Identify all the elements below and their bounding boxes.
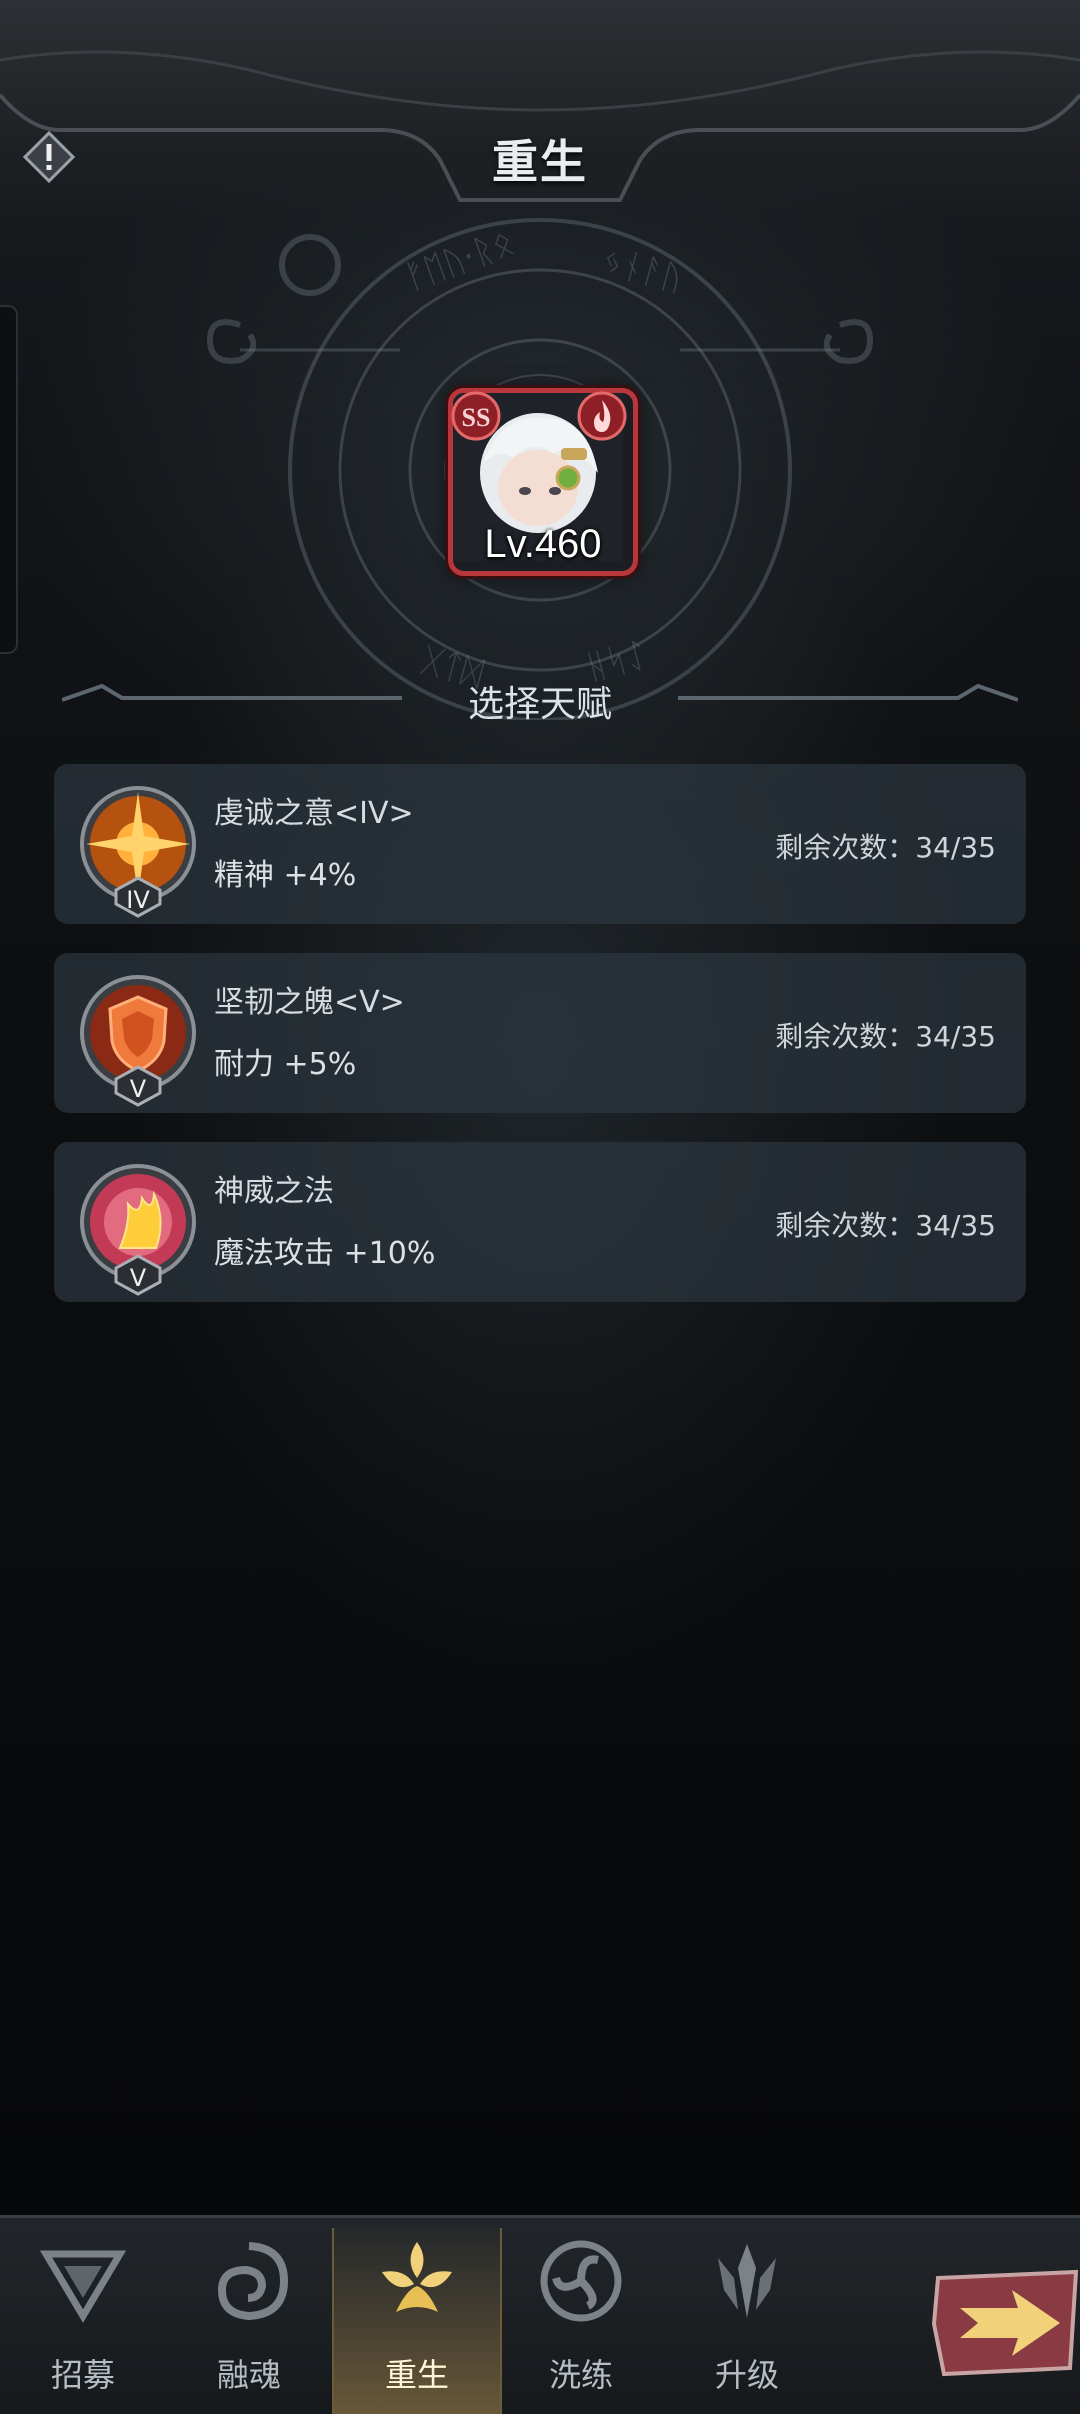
triskelion-icon	[538, 2238, 624, 2324]
talent-effect: 魔法攻击 +10%	[214, 1236, 436, 1271]
talent-name: 神威之法	[214, 1174, 334, 1209]
talent-row[interactable]: V 坚韧之魄<V> 耐力 +5% 剩余次数：34/35	[54, 953, 1026, 1113]
arrow-right-icon	[931, 2269, 1079, 2377]
svg-text:V: V	[130, 1264, 147, 1292]
talent-row[interactable]: IV 虔诚之意<IV> 精神 +4% 剩余次数：34/35	[54, 764, 1026, 924]
svg-text:V: V	[130, 1075, 147, 1103]
sun-star-icon: IV	[80, 786, 196, 918]
recruit-triangle-icon	[39, 2238, 127, 2324]
side-drawer-handle[interactable]	[0, 305, 18, 654]
talent-name: 坚韧之魄<V>	[214, 985, 405, 1020]
talent-effect: 精神 +4%	[214, 858, 357, 893]
rebirth-screen: 重生 ᚠᛖᚢ·ᚱᛟ ᛃᚾᚨᚢ ᚷᛏᛞ ᚺᛋᛇ Lv.460 SS 选择天赋 IV…	[0, 0, 1080, 2414]
hero-level: Lv.460	[484, 522, 602, 566]
title-ornament-right	[678, 683, 1018, 702]
svg-text:IV: IV	[126, 886, 150, 914]
next-arrow-button[interactable]	[930, 2268, 1080, 2378]
talent-remaining-count: 剩余次数：34/35	[775, 1020, 996, 1053]
svg-text:SS: SS	[462, 403, 491, 432]
nav-recruit[interactable]: 招募	[0, 2228, 166, 2414]
nav-soul-fusion[interactable]: 融魂	[166, 2228, 332, 2414]
talent-effect: 耐力 +5%	[214, 1047, 357, 1082]
nav-rebirth[interactable]: 重生	[332, 2228, 502, 2414]
soul-swirl-icon	[206, 2238, 292, 2324]
rank-ss-badge: SS	[450, 390, 502, 442]
rebirth-lotus-icon	[374, 2238, 460, 2324]
nav-upgrade[interactable]: 升级	[664, 2228, 830, 2414]
shield-icon: V	[80, 975, 196, 1107]
svg-text:ᛃᚾᚨᚢ: ᛃᚾᚨᚢ	[598, 240, 687, 300]
talent-row[interactable]: V 神威之法 魔法攻击 +10% 剩余次数：34/35	[54, 1142, 1026, 1302]
upgrade-crown-icon	[704, 2238, 790, 2324]
nav-refine[interactable]: 洗练	[498, 2228, 664, 2414]
page-title: 重生	[492, 135, 588, 189]
fire-element-icon	[576, 390, 628, 442]
magic-flame-icon: V	[80, 1164, 196, 1296]
talent-name: 虔诚之意<IV>	[214, 796, 414, 831]
talent-remaining-count: 剩余次数：34/35	[775, 1209, 996, 1242]
talent-remaining-count: 剩余次数：34/35	[775, 831, 996, 864]
